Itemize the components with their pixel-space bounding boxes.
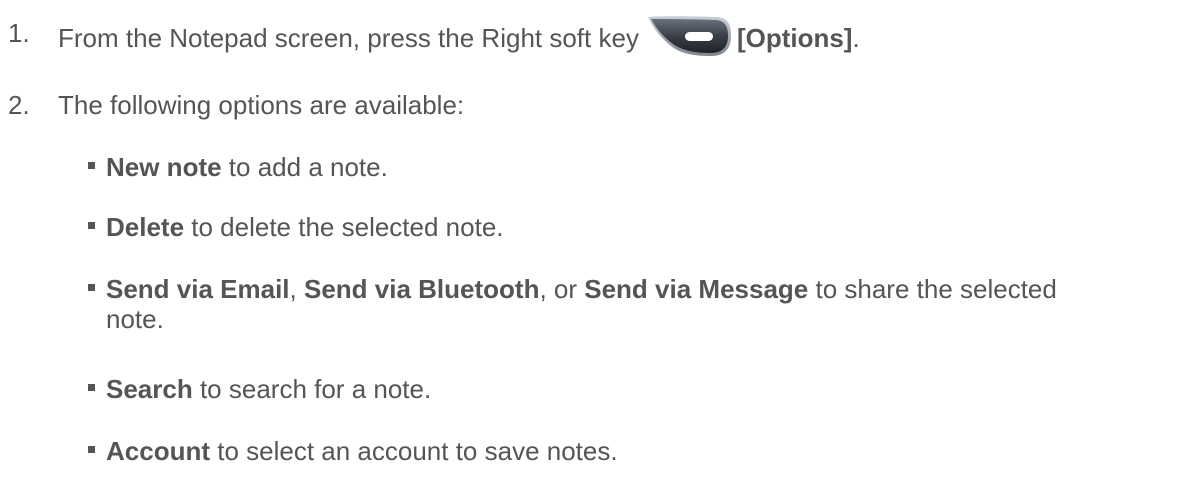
option-text: Search to search for a note. (106, 374, 431, 405)
step-1-text: From the Notepad screen, press the Right… (58, 22, 639, 53)
option-text: Account to select an account to save not… (106, 436, 618, 467)
step-text: From the Notepad screen, press the Right… (58, 16, 860, 62)
option-description: to share the selected (808, 274, 1057, 304)
option-name-bluetooth: Send via Bluetooth (303, 274, 540, 304)
option-name: Account (106, 436, 210, 466)
option-description: to delete the selected note. (184, 212, 504, 242)
bullet-icon (88, 162, 95, 169)
option-name: Delete (106, 212, 185, 242)
option-text: New note to add a note. (106, 152, 388, 183)
step-number: 2. (8, 90, 30, 120)
step-number: 1. (8, 18, 30, 48)
option-description: to select an account to save notes. (210, 436, 618, 466)
bullet-icon (88, 384, 95, 391)
bullet-icon (88, 446, 95, 453)
option-name-message: Send via Message (584, 274, 809, 304)
option-text: Delete to delete the selected note. (106, 212, 504, 243)
separator: , (289, 274, 304, 304)
step-text: The following options are available: (58, 90, 465, 120)
step-1-end: . (852, 22, 860, 53)
separator: , or (539, 274, 585, 304)
bullet-icon (88, 222, 95, 229)
option-description: to search for a note. (192, 374, 432, 404)
option-text: Send via Email, Send via Bluetooth, or S… (106, 274, 1057, 305)
option-name-email: Send via Email (106, 274, 290, 304)
options-label: [Options] (736, 22, 853, 53)
right-soft-key-icon (645, 14, 733, 58)
option-name: Search (106, 374, 193, 404)
option-description: to add a note. (221, 152, 388, 182)
option-name: New note (106, 152, 222, 182)
option-description-continued: note. (106, 304, 164, 334)
bullet-icon (88, 284, 95, 291)
